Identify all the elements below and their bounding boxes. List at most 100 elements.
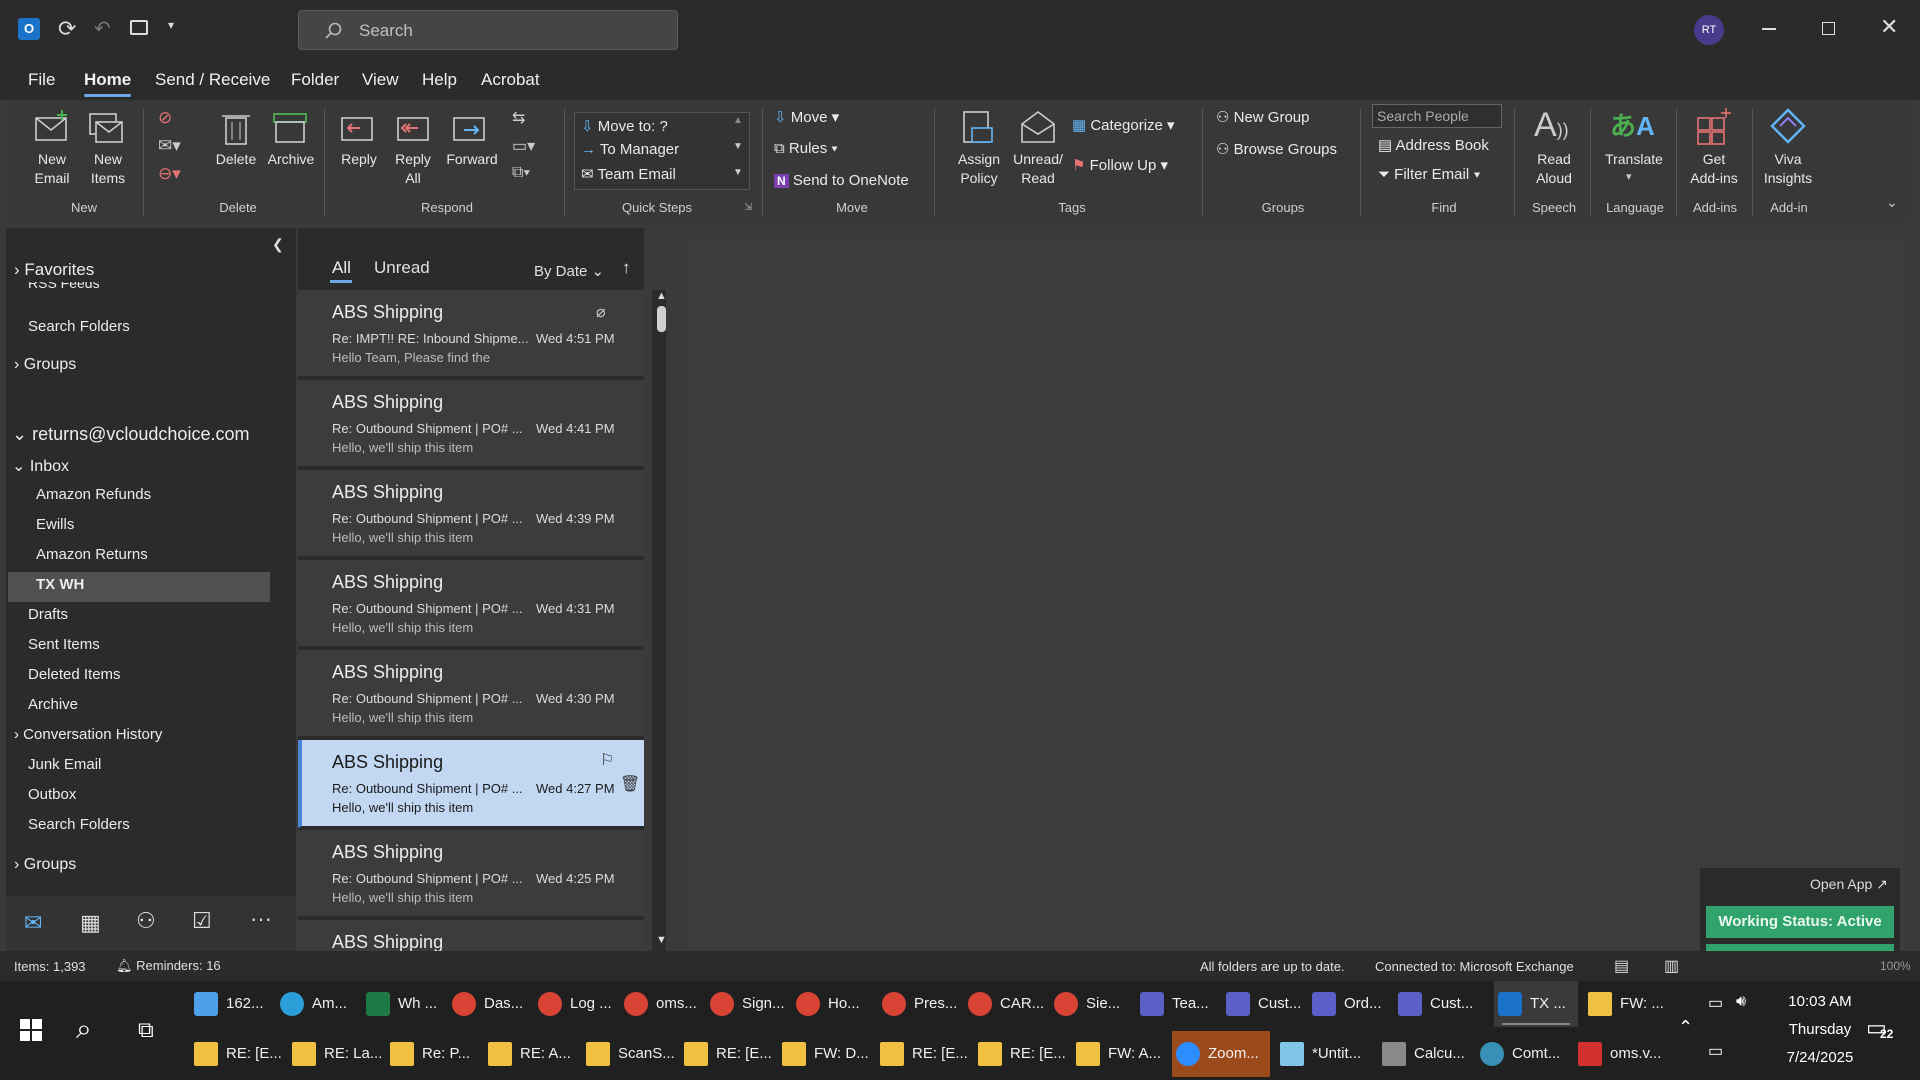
categorize-button[interactable]: ▦ Categorize ▾ bbox=[1072, 116, 1175, 134]
layout-icon[interactable] bbox=[130, 20, 148, 35]
list-item[interactable]: ABS Shipping Re: Outbound Shipment | PO#… bbox=[298, 470, 644, 558]
nav-groups[interactable]: › Groups bbox=[14, 856, 76, 874]
taskbar-app[interactable]: Ord... bbox=[1308, 981, 1390, 1027]
more-respond-icon[interactable]: ⧉▾ bbox=[512, 164, 530, 182]
list-item[interactable]: ABS Shipping ⚐ Re: Outbound Shipment | P… bbox=[298, 740, 644, 828]
nav-drafts[interactable]: Drafts bbox=[28, 606, 68, 623]
taskbar-app[interactable]: oms.v... bbox=[1574, 1031, 1668, 1077]
close-icon[interactable]: ✕ bbox=[1880, 14, 1898, 40]
network-icon[interactable]: ▭ bbox=[1708, 1041, 1723, 1061]
nav-folder-tx-wh[interactable]: TX WH bbox=[36, 576, 84, 593]
clock-date[interactable]: 7/24/2025 bbox=[1772, 1049, 1868, 1066]
address-book-button[interactable]: ▤ Address Book bbox=[1378, 136, 1489, 154]
taskbar-app[interactable]: RE: A... bbox=[484, 1031, 576, 1077]
nav-archive[interactable]: Archive bbox=[28, 696, 78, 713]
nav-deleted-items[interactable]: Deleted Items bbox=[28, 666, 121, 683]
get-addins-button[interactable]: Get Add-ins bbox=[1684, 150, 1744, 188]
reply-all-button[interactable]: Reply All bbox=[388, 150, 438, 188]
nav-search-folders[interactable]: Search Folders bbox=[28, 816, 130, 833]
archive-button[interactable]: Archive bbox=[262, 150, 320, 169]
viva-insights-button[interactable]: Viva Insights bbox=[1758, 150, 1818, 188]
quick-steps-dialog-icon[interactable]: ⇲ bbox=[744, 202, 752, 213]
menu-folder[interactable]: Folder bbox=[291, 70, 339, 90]
mail-icon[interactable]: ✉ bbox=[24, 910, 42, 936]
restore-icon[interactable] bbox=[1822, 22, 1835, 35]
taskbar-app[interactable]: Sign... bbox=[706, 981, 788, 1027]
search-input[interactable]: Search bbox=[298, 10, 678, 50]
reading-view-icon[interactable]: ▥ bbox=[1664, 956, 1679, 976]
nav-search-folders-favorites[interactable]: Search Folders bbox=[28, 318, 130, 335]
list-item[interactable]: ABS Shipping Re: Outbound Shipment | PO#… bbox=[298, 650, 644, 738]
search-people-input[interactable]: Search People bbox=[1372, 104, 1502, 128]
more-apps-icon[interactable]: ··· bbox=[250, 906, 272, 932]
taskbar-app[interactable]: Wh ... bbox=[362, 981, 444, 1027]
move-button[interactable]: ⇩ Move ▾ bbox=[774, 108, 839, 126]
taskbar-app[interactable]: Am... bbox=[276, 981, 358, 1027]
taskbar-app[interactable]: Cust... bbox=[1222, 981, 1304, 1027]
tray-expand-icon[interactable]: ⌃ bbox=[1678, 1017, 1693, 1038]
rules-button[interactable]: ⧉ Rules ▾ bbox=[774, 140, 838, 157]
people-icon[interactable]: ⚇ bbox=[136, 908, 156, 934]
taskbar-app[interactable]: FW: ... bbox=[1584, 981, 1666, 1027]
scroll-down-icon[interactable]: ▼ bbox=[656, 934, 667, 946]
sort-direction-icon[interactable]: ↑ bbox=[622, 258, 631, 278]
list-item[interactable]: ABS Shipping Re: Outbound Shipment | PO#… bbox=[298, 830, 644, 918]
menu-view[interactable]: View bbox=[362, 70, 399, 90]
taskbar-app[interactable]: FW: D... bbox=[778, 1031, 870, 1077]
task-view-icon[interactable]: ⧉ bbox=[138, 1017, 154, 1043]
delete-button[interactable]: Delete bbox=[208, 150, 264, 169]
forward-button[interactable]: Forward bbox=[442, 150, 502, 169]
tasks-icon[interactable]: ☑ bbox=[192, 908, 212, 934]
list-item[interactable]: ABS Shipping ⌀ Re: IMPT!! RE: Inbound Sh… bbox=[298, 290, 644, 378]
taskbar-app[interactable]: ScanS... bbox=[582, 1031, 675, 1077]
read-aloud-button[interactable]: Read Aloud bbox=[1526, 150, 1582, 188]
working-status-button[interactable]: Working Status: Active bbox=[1706, 906, 1894, 938]
junk-icon[interactable]: ⊖▾ bbox=[158, 164, 181, 184]
nav-groups-favorites[interactable]: › Groups bbox=[14, 356, 76, 374]
taskbar-app[interactable]: FW: A... bbox=[1072, 1031, 1164, 1077]
taskbar-app[interactable]: Tea... bbox=[1136, 981, 1218, 1027]
taskbar-app[interactable]: RE: [E... bbox=[974, 1031, 1066, 1077]
clock-day[interactable]: Thursday bbox=[1772, 1021, 1868, 1038]
new-email-button[interactable]: New Email bbox=[28, 150, 76, 188]
quick-steps-scroll-down-icon[interactable]: ▼ bbox=[733, 141, 743, 152]
scrollbar-thumb[interactable] bbox=[657, 306, 666, 332]
taskbar-app[interactable]: Das... bbox=[448, 981, 530, 1027]
collapse-pane-icon[interactable]: ❮ bbox=[272, 236, 284, 253]
clock-time[interactable]: 10:03 AM bbox=[1772, 993, 1868, 1010]
taskbar-app[interactable]: CAR... bbox=[964, 981, 1046, 1027]
respond-more-icon[interactable]: ⇆ bbox=[512, 108, 525, 128]
nav-outbox[interactable]: Outbox bbox=[28, 786, 76, 803]
nav-folder-ewills[interactable]: Ewills bbox=[36, 516, 74, 533]
taskbar-app[interactable]: Re: P... bbox=[386, 1031, 478, 1077]
taskbar-app[interactable]: RE: [E... bbox=[190, 1031, 282, 1077]
quick-step-move-to[interactable]: ⇩ Move to: ? bbox=[581, 117, 668, 135]
open-app-button[interactable]: Open App ↗ bbox=[1810, 876, 1888, 893]
taskbar-app[interactable]: *Untit... bbox=[1276, 1031, 1374, 1077]
quick-steps-expand-icon[interactable]: ▼ bbox=[733, 167, 743, 178]
filter-tab-unread[interactable]: Unread bbox=[374, 258, 430, 278]
filter-email-button[interactable]: ⏷ Filter Email ▾ bbox=[1378, 166, 1481, 183]
minimize-icon[interactable] bbox=[1762, 28, 1776, 30]
reply-button[interactable]: Reply bbox=[334, 150, 384, 169]
follow-up-button[interactable]: ⚑ Follow Up ▾ bbox=[1072, 156, 1168, 174]
assign-policy-button[interactable]: Assign Policy bbox=[946, 150, 1012, 188]
send-to-onenote-button[interactable]: N Send to OneNote bbox=[774, 172, 909, 189]
taskbar-app[interactable]: RE: La... bbox=[288, 1031, 382, 1077]
taskbar-app[interactable]: Ho... bbox=[792, 981, 874, 1027]
taskbar-app[interactable]: Zoom... bbox=[1172, 1031, 1270, 1077]
unread-read-button[interactable]: Unread/ Read bbox=[1006, 150, 1070, 188]
calendar-icon[interactable]: ▦ bbox=[80, 910, 101, 936]
taskbar-app[interactable]: Sie... bbox=[1050, 981, 1132, 1027]
menu-help[interactable]: Help bbox=[422, 70, 457, 90]
scroll-up-icon[interactable]: ▲ bbox=[656, 290, 667, 302]
meeting-reply-icon[interactable]: ▭▾ bbox=[512, 136, 535, 156]
taskbar-app[interactable]: Comt... bbox=[1476, 1031, 1568, 1077]
nav-sent-items[interactable]: Sent Items bbox=[28, 636, 100, 653]
nav-account[interactable]: ⌄ returns@vcloudchoice.com bbox=[12, 424, 249, 445]
nav-inbox[interactable]: ⌄ Inbox bbox=[12, 456, 69, 476]
search-icon[interactable]: ⌕ bbox=[76, 1013, 92, 1046]
menu-file[interactable]: File bbox=[28, 70, 55, 90]
message-list-scrollbar[interactable] bbox=[652, 290, 666, 951]
reminders-button[interactable]: 🔔︎ Reminders: 16 bbox=[116, 958, 221, 974]
